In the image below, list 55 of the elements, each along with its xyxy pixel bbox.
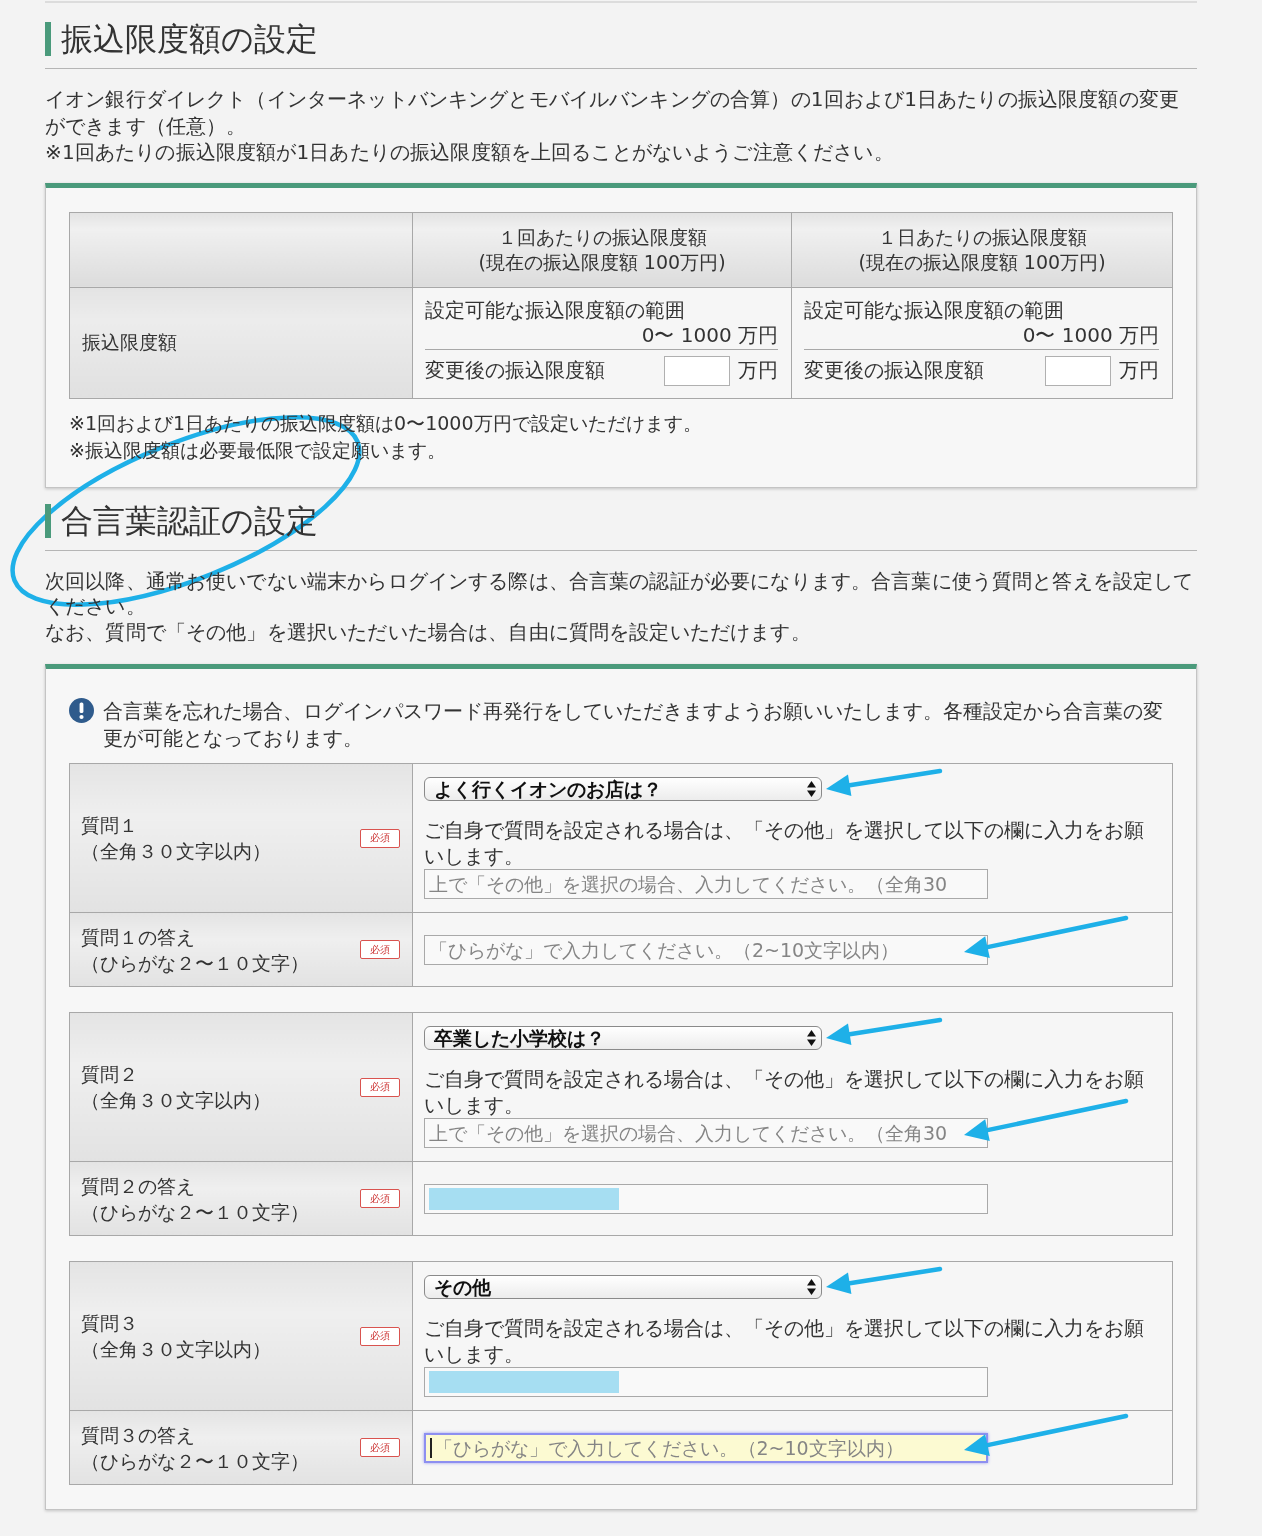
required-badge: 必須 [360,1326,400,1346]
field-hint: （ひらがな２〜１０文字） [81,950,309,976]
required-badge: 必須 [360,1438,400,1457]
column-title: １回あたりの振込限度額 [497,224,707,250]
question-select[interactable]: よく行くイオンのお店は？ [424,777,822,801]
text-input[interactable]: 上で「その他」を選択の場合、入力してください。（全角30 [424,869,988,899]
field-hint: （全角３０文字以内） [81,1088,271,1113]
field-label: 質問３の答え [81,1422,195,1448]
text-input[interactable] [424,1183,988,1214]
field-label: 質問２の答え [81,1173,195,1199]
description-text: なお、質問で「その他」を選択いただいた場合は、自由に質問を設定いただけます。 [45,619,812,645]
range-label: 設定可能な振込限度額の範囲 [804,297,1064,323]
updown-arrows-icon [807,781,816,797]
row-header-cell: 振込限度額 [69,287,413,398]
description-text: イオン銀行ダイレクト（インターネットバンキングとモバイルバンキングの合算）の1回および1日あたりの振込限度額の変更ができます（任意）。 [45,86,1180,139]
new-limit-label: 変更後の振込限度額 [425,358,605,383]
field-label: 質問２ [81,1062,138,1087]
explanation-text: ご自身で質問を設定される場合は、「その他」を選択して以下の欄に入力をお願いします。 [424,1066,1145,1118]
column-title: １日あたりの振込限度額 [877,224,1087,250]
updown-arrows-icon [807,1030,816,1046]
notice-text: 合言葉を忘れた場合、ログインパスワード再発行をしていただきますようお願いいたします。各種設定から合言葉の変更が可能となっております。 [103,698,1164,752]
section-heading: 振込限度額の設定 [45,22,318,56]
updown-arrows-icon [807,1279,816,1295]
text-input[interactable]: 上で「その他」を選択の場合、入力してください。（全角30 [424,1118,988,1148]
limit-input[interactable] [664,355,730,386]
info-icon [69,698,94,723]
current-limit-text: (現在の振込限度額 100万円) [478,249,726,275]
required-badge: 必須 [360,828,400,848]
question-select[interactable]: 卒業した小学校は？ [424,1026,822,1050]
field-hint: （全角３０文字以内） [81,839,271,864]
range-label: 設定可能な振込限度額の範囲 [425,297,685,323]
field-label: 質問３ [81,1311,138,1336]
current-limit-text: (現在の振込限度額 100万円) [858,249,1106,275]
explanation-text: ご自身で質問を設定される場合は、「その他」を選択して以下の欄に入力をお願いします。 [424,1315,1145,1367]
required-badge: 必須 [360,1189,400,1208]
unit-label: 万円 [738,358,778,383]
text-input[interactable]: 「ひらがな」で入力してください。（2~10文字以内） [424,1432,988,1463]
range-value: 0〜 1000 万円 [641,322,778,348]
text-input[interactable]: 「ひらがな」で入力してください。（2~10文字以内） [424,934,988,965]
required-badge: 必須 [360,1077,400,1097]
field-label: 質問１の答え [81,924,195,950]
range-value: 0〜 1000 万円 [1022,322,1159,348]
unit-label: 万円 [1119,358,1159,383]
question-select[interactable]: その他 [424,1275,822,1299]
field-hint: （ひらがな２〜１０文字） [81,1448,309,1474]
text-cursor-icon [430,1437,432,1458]
text-input[interactable] [424,1367,988,1397]
field-label: 質問１ [81,813,138,838]
new-limit-label: 変更後の振込限度額 [804,358,984,383]
limit-input[interactable] [1045,355,1111,386]
explanation-text: ご自身で質問を設定される場合は、「その他」を選択して以下の欄に入力をお願いします。 [424,817,1145,869]
description-text: ※1回あたりの振込限度額が1日あたりの振込限度額を上回ることがないようご注意ください。 [45,139,895,166]
field-hint: （ひらがな２〜１０文字） [81,1199,309,1225]
field-hint: （全角３０文字以内） [81,1337,271,1362]
required-badge: 必須 [360,940,400,959]
